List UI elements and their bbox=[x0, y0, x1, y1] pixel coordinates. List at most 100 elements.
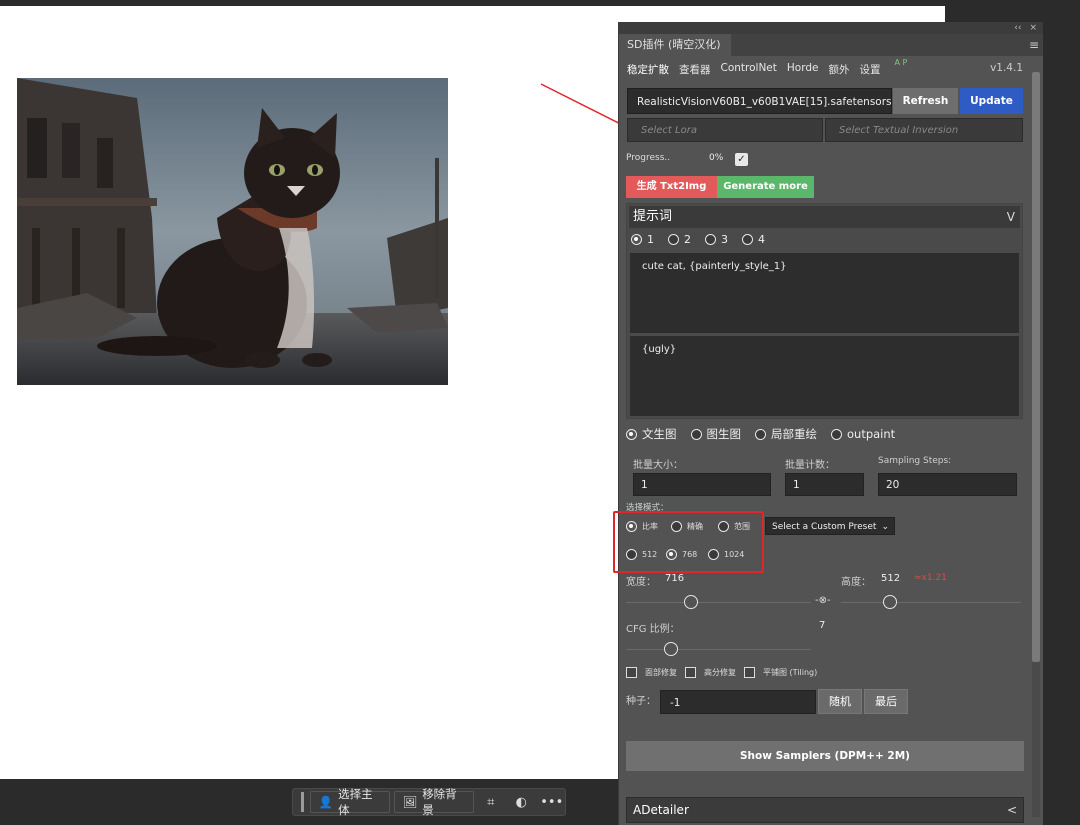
plugin-nav: 稳定扩散 查看器 ControlNet Horde 额外 设置 A P v1.4… bbox=[627, 58, 1023, 78]
person-icon: 👤 bbox=[318, 795, 334, 809]
radio-selected-icon bbox=[631, 233, 642, 245]
show-samplers-button[interactable]: Show Samplers (DPM++ 2M) bbox=[626, 741, 1024, 771]
width-slider-track[interactable] bbox=[626, 602, 811, 603]
model-select[interactable]: RealisticVisionV60B1_v60B1VAE[15].safete… bbox=[627, 88, 892, 114]
positive-prompt-textarea[interactable]: cute cat, {painterly_style_1} bbox=[630, 253, 1019, 333]
tab-controlnet[interactable]: ControlNet bbox=[721, 62, 777, 78]
crop-icon[interactable]: ⌗ bbox=[478, 791, 504, 813]
height-slider-track[interactable] bbox=[841, 602, 1021, 603]
batch-size-label: 批量大小： bbox=[633, 460, 683, 471]
cfg-slider-track[interactable] bbox=[626, 649, 811, 650]
negative-prompt-textarea[interactable]: {ugly} bbox=[630, 336, 1019, 416]
prompt-slot-label: 3 bbox=[721, 232, 728, 246]
radio-icon bbox=[705, 233, 716, 245]
batch-count-label: 批量计数： bbox=[785, 460, 835, 471]
size-1024-option[interactable]: 1024 bbox=[708, 549, 744, 560]
panel-scrollbar-thumb[interactable] bbox=[1032, 72, 1040, 662]
panel-menu-icon[interactable]: ≡ bbox=[1029, 38, 1039, 52]
radio-selected-icon bbox=[626, 521, 637, 532]
hires-fix-label: 高分修复 bbox=[704, 668, 736, 677]
link-dimensions-icon[interactable]: -⊗- bbox=[815, 595, 831, 606]
options-row: 面部修复 高分修复 平铺图 (Tiling) bbox=[626, 667, 817, 678]
lora-select[interactable]: Select Lora bbox=[627, 118, 823, 142]
panel-title-tab[interactable]: SD插件 (晴空汉化) bbox=[619, 34, 731, 56]
prompt-slot-4[interactable]: 4 bbox=[742, 233, 765, 246]
height-slider-knob[interactable] bbox=[883, 595, 897, 609]
ratio-option[interactable]: 比率 bbox=[626, 521, 658, 532]
exact-option[interactable]: 精确 bbox=[671, 521, 703, 532]
radio-icon bbox=[755, 428, 766, 440]
radio-icon bbox=[718, 521, 729, 532]
image-icon: 🖼 bbox=[402, 795, 418, 809]
panel-titlebar: SD插件 (晴空汉化) ≡ bbox=[619, 34, 1043, 56]
generate-txt2img-button[interactable]: 生成 Txt2Img bbox=[626, 176, 717, 198]
generate-more-button[interactable]: Generate more bbox=[717, 176, 814, 198]
update-button[interactable]: Update bbox=[960, 88, 1023, 114]
seed-input[interactable]: -1 bbox=[660, 690, 816, 714]
prompt-header-label: 提示词 bbox=[633, 209, 673, 224]
exact-option-label: 精确 bbox=[687, 522, 703, 531]
width-value: 716 bbox=[665, 573, 685, 584]
batch-count-input[interactable]: 1 bbox=[785, 473, 864, 496]
collapse-icon[interactable]: ‹‹ bbox=[1014, 23, 1021, 33]
last-seed-button[interactable]: 最后 bbox=[864, 689, 908, 714]
size-512-option[interactable]: 512 bbox=[626, 549, 657, 560]
height-value: 512 bbox=[881, 573, 901, 584]
taskbar-grip[interactable] bbox=[301, 792, 304, 812]
prompt-header[interactable]: 提示词 V bbox=[629, 206, 1020, 228]
select-subject-button[interactable]: 👤 选择主体 bbox=[309, 787, 390, 817]
chevron-left-icon[interactable]: < bbox=[1007, 798, 1017, 822]
size-768-option[interactable]: 768 bbox=[666, 549, 697, 560]
tab-horde[interactable]: Horde bbox=[787, 62, 819, 78]
width-slider-knob[interactable] bbox=[684, 595, 698, 609]
prompt-slot-2[interactable]: 2 bbox=[668, 233, 691, 246]
close-icon[interactable]: × bbox=[1029, 23, 1037, 33]
prompt-slot-1[interactable]: 1 bbox=[631, 233, 654, 246]
remove-background-button[interactable]: 🖼 移除背景 bbox=[393, 787, 474, 817]
mode-img2img[interactable]: 图生图 bbox=[690, 426, 742, 442]
select-mode-label: 选择模式： bbox=[626, 503, 669, 513]
size-option-label: 768 bbox=[682, 550, 698, 559]
mode-label: outpaint bbox=[847, 427, 896, 441]
sampling-steps-input[interactable]: 20 bbox=[878, 473, 1017, 496]
progress-value: 0% bbox=[709, 153, 724, 163]
tiling-checkbox[interactable] bbox=[744, 667, 755, 678]
progress-checkbox[interactable]: ✓ bbox=[735, 153, 748, 166]
mode-label: 图生图 bbox=[706, 427, 742, 441]
tab-stable-diffusion[interactable]: 稳定扩散 bbox=[627, 62, 669, 78]
random-seed-button[interactable]: 随机 bbox=[818, 689, 862, 714]
textual-inversion-select[interactable]: Select Textual Inversion bbox=[825, 118, 1023, 142]
tab-extras[interactable]: 额外 bbox=[828, 62, 849, 78]
range-option-label: 范围 bbox=[734, 522, 750, 531]
tiling-label: 平铺图 (Tiling) bbox=[763, 668, 818, 677]
chevron-down-icon[interactable]: V bbox=[1007, 206, 1015, 228]
progress-label: Progress.. bbox=[626, 153, 671, 163]
mode-outpaint[interactable]: outpaint bbox=[831, 426, 895, 442]
range-option[interactable]: 范围 bbox=[718, 521, 750, 532]
mode-inpaint[interactable]: 局部重绘 bbox=[755, 426, 817, 442]
custom-preset-select[interactable]: Select a Custom Preset ⌄ bbox=[765, 517, 895, 535]
cfg-slider-knob[interactable] bbox=[664, 642, 678, 656]
batch-size-input[interactable]: 1 bbox=[633, 473, 771, 496]
aspect-ratio-text: ≈x1.21 bbox=[914, 573, 947, 583]
mode-txt2img[interactable]: 文生图 bbox=[626, 426, 677, 442]
nav-badge: A P bbox=[894, 58, 908, 67]
refresh-button[interactable]: Refresh bbox=[893, 88, 958, 114]
generated-cat-image[interactable] bbox=[17, 78, 448, 385]
more-icon[interactable]: ••• bbox=[539, 791, 565, 813]
prompt-slot-3[interactable]: 3 bbox=[705, 233, 728, 246]
adetailer-section[interactable]: ADetailer < bbox=[626, 797, 1024, 823]
face-restore-checkbox[interactable] bbox=[626, 667, 637, 678]
tab-viewer[interactable]: 查看器 bbox=[679, 62, 711, 78]
size-option-label: 512 bbox=[642, 550, 658, 559]
hires-fix-checkbox[interactable] bbox=[685, 667, 696, 678]
adjust-icon[interactable]: ◐ bbox=[508, 791, 534, 813]
prompt-section: 提示词 V 1 2 3 4 cute cat, {painterly_style… bbox=[626, 203, 1023, 419]
tab-settings[interactable]: 设置 bbox=[859, 62, 880, 78]
radio-icon bbox=[626, 549, 637, 560]
size-option-label: 1024 bbox=[724, 550, 745, 559]
face-restore-label: 面部修复 bbox=[645, 668, 677, 677]
radio-icon bbox=[671, 521, 682, 532]
custom-preset-label: Select a Custom Preset bbox=[772, 522, 877, 532]
generation-mode-radios: 文生图 图生图 局部重绘 outpaint bbox=[626, 426, 895, 442]
